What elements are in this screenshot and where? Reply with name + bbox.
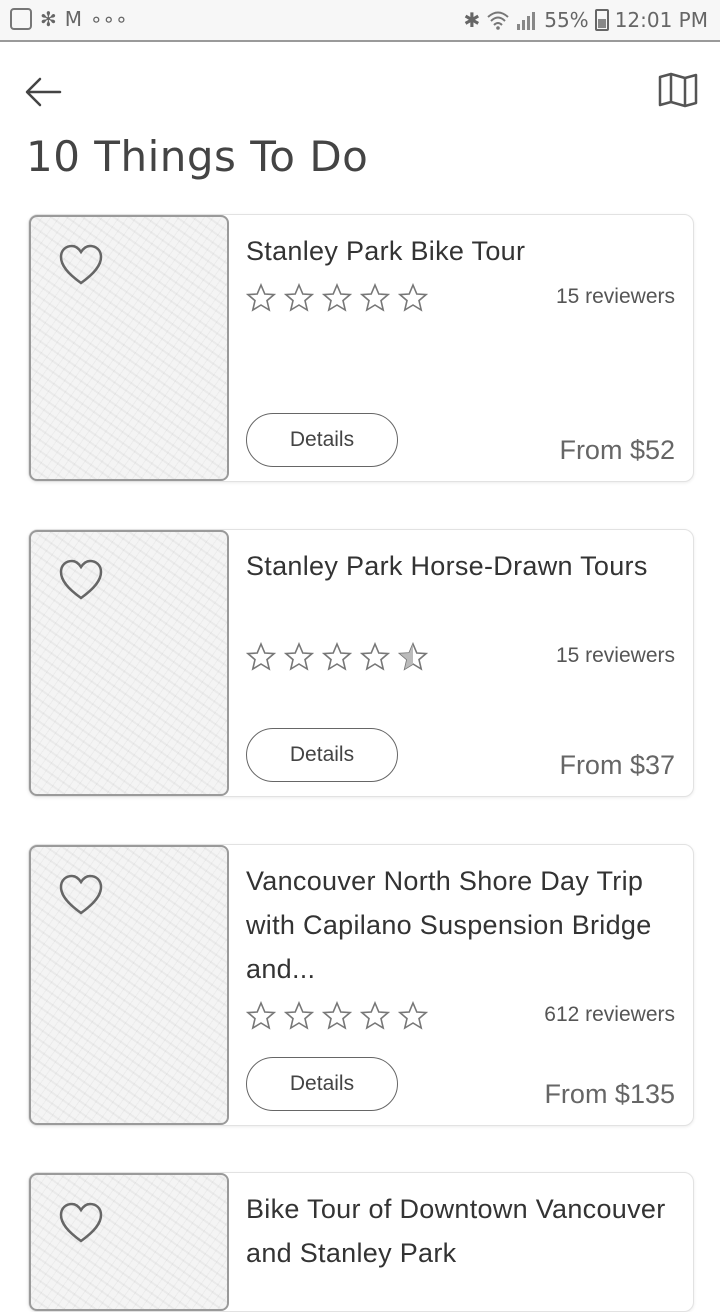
star-icon xyxy=(284,642,314,671)
heart-icon[interactable] xyxy=(57,1201,105,1245)
star-icon xyxy=(322,1001,352,1030)
rating-stars xyxy=(246,1001,428,1031)
clock: 12:01 PM xyxy=(614,8,708,32)
price-label: From $37 xyxy=(559,750,675,780)
wifi-icon xyxy=(487,11,509,30)
review-count: 15 reviewers xyxy=(555,644,675,667)
star-icon xyxy=(398,1001,428,1030)
fan-icon: ✻ xyxy=(40,7,57,31)
star-icon xyxy=(360,1001,390,1030)
activity-card[interactable]: Stanley Park Horse-Drawn Tours 15 review… xyxy=(28,529,694,797)
review-count: 15 reviewers xyxy=(555,285,675,308)
status-right-icons: ✱ 55% 12:01 PM xyxy=(463,8,708,32)
map-icon[interactable] xyxy=(658,72,698,108)
star-icon xyxy=(398,283,428,312)
details-button[interactable]: Details xyxy=(246,728,398,782)
activity-image xyxy=(29,530,229,796)
activity-title[interactable]: Bike Tour of Downtown Vancouver and Stan… xyxy=(246,1187,675,1275)
gmail-icon: M xyxy=(64,7,83,31)
details-button[interactable]: Details xyxy=(246,413,398,467)
battery-percent: 55% xyxy=(544,8,589,32)
activity-card[interactable]: Stanley Park Bike Tour 15 reviewers Deta… xyxy=(28,214,694,482)
battery-icon xyxy=(594,9,609,31)
signal-icon xyxy=(517,12,536,30)
status-bar: ✻ M ∘∘∘ ✱ 55% 12:01 PM xyxy=(0,0,720,42)
star-icon xyxy=(284,283,314,312)
activity-title[interactable]: Stanley Park Bike Tour xyxy=(246,229,675,273)
half-star-icon xyxy=(398,642,428,671)
bluetooth-icon: ✱ xyxy=(463,8,481,32)
heart-icon[interactable] xyxy=(57,873,105,917)
star-icon xyxy=(360,642,390,671)
activity-image xyxy=(29,1173,229,1311)
rating-stars xyxy=(246,283,428,313)
heart-icon[interactable] xyxy=(57,558,105,602)
rating-stars xyxy=(246,642,428,672)
star-icon xyxy=(322,642,352,671)
activity-card[interactable]: Vancouver North Shore Day Trip with Capi… xyxy=(28,844,694,1126)
status-left-icons: ✻ M ∘∘∘ xyxy=(10,8,128,30)
star-icon xyxy=(360,283,390,312)
page-title: 10 Things To Do xyxy=(26,132,369,181)
activity-card[interactable]: Bike Tour of Downtown Vancouver and Stan… xyxy=(28,1172,694,1312)
star-icon xyxy=(246,283,276,312)
review-count: 612 reviewers xyxy=(544,1003,675,1026)
star-icon xyxy=(284,1001,314,1030)
activity-image xyxy=(29,845,229,1125)
star-icon xyxy=(246,642,276,671)
price-label: From $135 xyxy=(544,1079,675,1109)
more-dots-icon: ∘∘∘ xyxy=(90,7,128,31)
star-icon xyxy=(322,283,352,312)
activity-image xyxy=(29,215,229,481)
details-button[interactable]: Details xyxy=(246,1057,398,1111)
image-icon xyxy=(10,8,32,30)
heart-icon[interactable] xyxy=(57,243,105,287)
activity-title[interactable]: Vancouver North Shore Day Trip with Capi… xyxy=(246,859,675,991)
back-arrow-icon[interactable] xyxy=(22,70,66,114)
activity-title[interactable]: Stanley Park Horse-Drawn Tours xyxy=(246,544,675,588)
price-label: From $52 xyxy=(559,435,675,465)
star-icon xyxy=(246,1001,276,1030)
